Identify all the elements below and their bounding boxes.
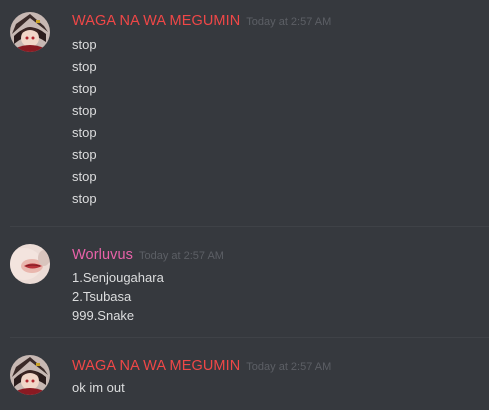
message-text: 2.Tsubasa: [72, 289, 132, 304]
message-header: WAGA NA WA MEGUMIN Today at 2:57 AM: [72, 12, 331, 32]
message-text: stop: [72, 59, 97, 74]
timestamp: Today at 2:57 AM: [246, 361, 332, 373]
message-divider: [10, 337, 489, 338]
megumin-avatar[interactable]: [10, 12, 50, 52]
message-header: WAGA NA WA MEGUMIN Today at 2:57 AM: [72, 357, 331, 377]
message-text: stop: [72, 103, 97, 118]
username[interactable]: Worluvus: [72, 247, 133, 263]
message-content: stop stop stop stop stop stop stop stop: [72, 34, 97, 210]
message-text: 999.Snake: [72, 308, 135, 323]
timestamp: Today at 2:57 AM: [138, 250, 224, 262]
message-text: stop: [72, 81, 97, 96]
message-text: 1.Senjougahara: [72, 270, 164, 285]
chat-message-list: WAGA NA WA MEGUMIN Today at 2:57 AM stop …: [0, 0, 489, 410]
megumin-avatar[interactable]: [10, 355, 50, 395]
message-divider: [10, 226, 489, 227]
message-text: stop: [72, 169, 97, 184]
worluvus-avatar[interactable]: [10, 244, 50, 284]
timestamp: Today at 2:57 AM: [246, 16, 332, 28]
message-header: Worluvus Today at 2:57 AM: [72, 246, 224, 266]
message-content: ok im out: [72, 377, 125, 399]
message-text: stop: [72, 147, 97, 162]
message-text: stop: [72, 37, 97, 52]
username[interactable]: WAGA NA WA MEGUMIN: [72, 358, 240, 374]
message-text: ok im out: [72, 380, 125, 395]
message-text: stop: [72, 125, 97, 140]
message-text: stop: [72, 191, 97, 206]
message-content: 1.Senjougahara 2.Tsubasa 999.Snake: [72, 268, 164, 325]
username[interactable]: WAGA NA WA MEGUMIN: [72, 13, 240, 29]
